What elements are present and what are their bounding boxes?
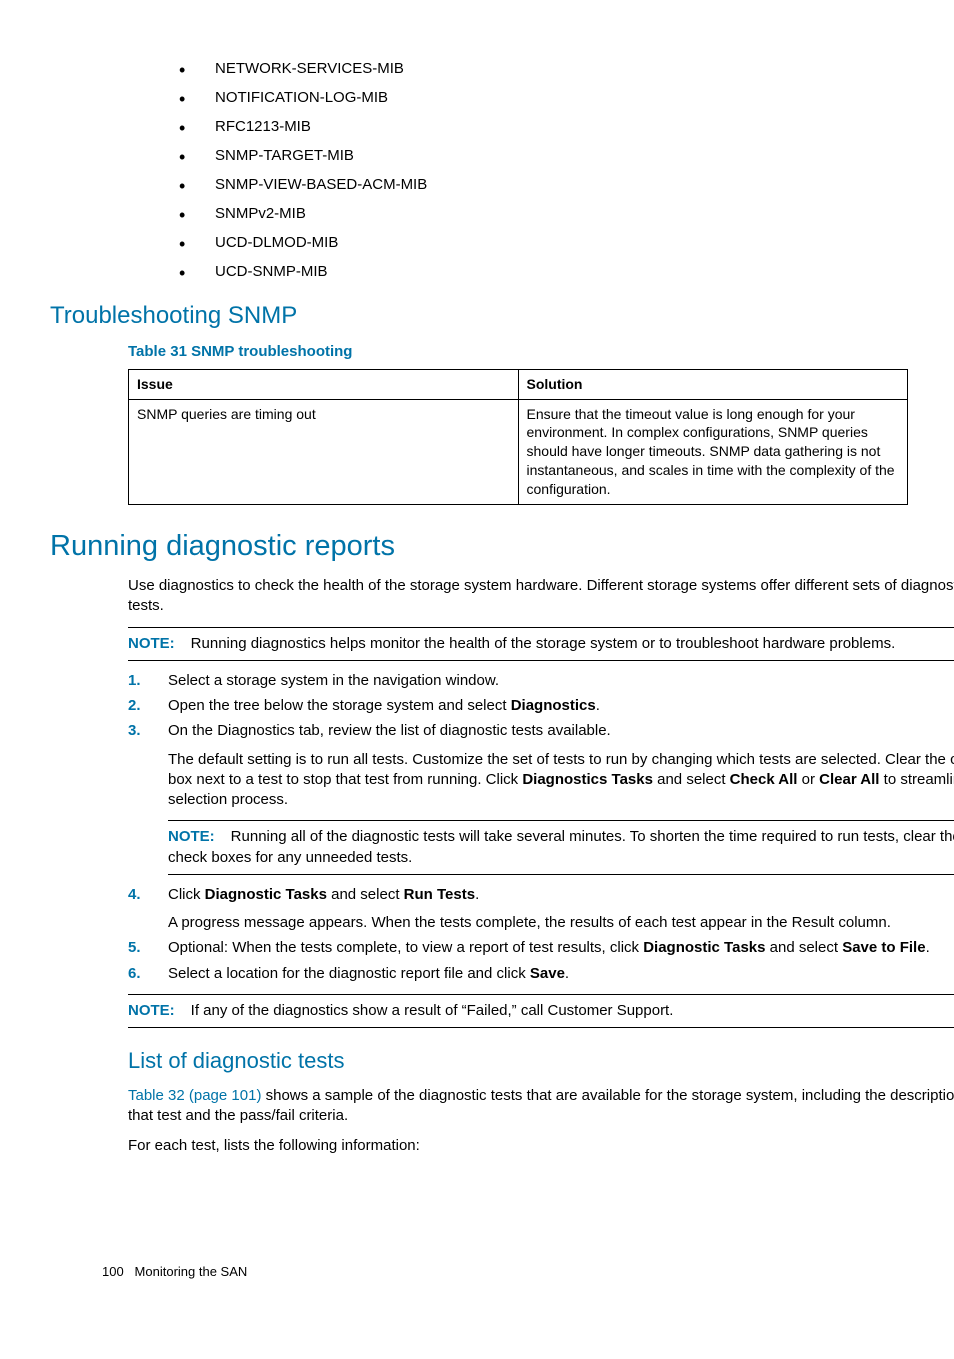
bold-run-tests: Run Tests <box>404 886 475 903</box>
mib-list: NETWORK-SERVICES-MIB NOTIFICATION-LOG-MI… <box>165 58 954 282</box>
bold-save-to-file: Save to File <box>842 939 925 956</box>
list-item: RFC1213-MIB <box>165 116 954 137</box>
step-1: Select a storage system in the navigatio… <box>128 671 954 691</box>
step-text: Select a storage system in the navigatio… <box>168 672 499 689</box>
step-text: On the Diagnostics tab, review the list … <box>168 722 611 739</box>
snmp-troubleshooting-table: Issue Solution SNMP queries are timing o… <box>128 369 908 505</box>
paragraph-list-intro: Table 32 (page 101) shows a sample of th… <box>128 1086 954 1127</box>
list-item: NOTIFICATION-LOG-MIB <box>165 87 954 108</box>
paragraph-list-follow: For each test, lists the following infor… <box>128 1136 954 1156</box>
bold-diagnostic-tasks: Diagnostic Tasks <box>205 886 327 903</box>
table-header-solution: Solution <box>518 369 908 399</box>
link-table-32[interactable]: Table 32 (page 101) <box>128 1087 261 1104</box>
step-4: Click Diagnostic Tasks and select Run Te… <box>128 885 954 934</box>
note-block: NOTE: Running diagnostics helps monitor t… <box>128 627 954 661</box>
footer-title: Monitoring the SAN <box>135 1264 248 1279</box>
list-item: SNMP-VIEW-BASED-ACM-MIB <box>165 174 954 195</box>
step-paragraph: The default setting is to run all tests.… <box>168 750 954 811</box>
bold-diagnostics-tasks: Diagnostics Tasks <box>522 771 653 788</box>
step-5: Optional: When the tests complete, to vi… <box>128 938 954 958</box>
page-number: 100 <box>102 1264 124 1279</box>
note-block: NOTE:Running all of the diagnostic tests… <box>168 820 954 875</box>
list-item: SNMP-TARGET-MIB <box>165 145 954 166</box>
step-3: On the Diagnostics tab, review the list … <box>128 721 954 875</box>
note-label: NOTE: <box>128 635 175 652</box>
note-text: Running diagnostics helps monitor the he… <box>191 635 896 652</box>
heading-troubleshooting-snmp: Troubleshooting SNMP <box>50 300 954 332</box>
list-item: UCD-SNMP-MIB <box>165 261 954 282</box>
heading-list-of-diagnostic-tests: List of diagnostic tests <box>128 1046 954 1076</box>
heading-running-diagnostic-reports: Running diagnostic reports <box>50 527 954 566</box>
step-paragraph: A progress message appears. When the tes… <box>168 913 954 933</box>
bold-clear-all: Clear All <box>819 771 879 788</box>
table-header-issue: Issue <box>129 369 519 399</box>
bold-save: Save <box>530 965 565 982</box>
note-label: NOTE: <box>128 1002 175 1019</box>
list-item: UCD-DLMOD-MIB <box>165 232 954 253</box>
diagnostic-steps: Select a storage system in the navigatio… <box>128 671 954 984</box>
cell-issue: SNMP queries are timing out <box>129 399 519 504</box>
bold-diagnostic-tasks: Diagnostic Tasks <box>643 939 765 956</box>
step-6: Select a location for the diagnostic rep… <box>128 964 954 984</box>
note-block: NOTE: If any of the diagnostics show a re… <box>128 994 954 1028</box>
bold-check-all: Check All <box>730 771 798 788</box>
step-2: Open the tree below the storage system a… <box>128 696 954 716</box>
table-caption: Table 31 SNMP troubleshooting <box>128 342 954 362</box>
page-footer: 100 Monitoring the SAN <box>102 1263 247 1281</box>
cell-solution: Ensure that the timeout value is long en… <box>518 399 908 504</box>
paragraph-diag-intro: Use diagnostics to check the health of t… <box>128 576 954 617</box>
note-label: NOTE: <box>168 828 215 845</box>
list-item: NETWORK-SERVICES-MIB <box>165 58 954 79</box>
step-text: Open the tree below the storage system a… <box>168 697 511 714</box>
list-item: SNMPv2-MIB <box>165 203 954 224</box>
bold-diagnostics: Diagnostics <box>511 697 596 714</box>
note-text: If any of the diagnostics show a result … <box>191 1002 674 1019</box>
note-text: Running all of the diagnostic tests will… <box>168 828 954 865</box>
table-row: SNMP queries are timing out Ensure that … <box>129 399 908 504</box>
